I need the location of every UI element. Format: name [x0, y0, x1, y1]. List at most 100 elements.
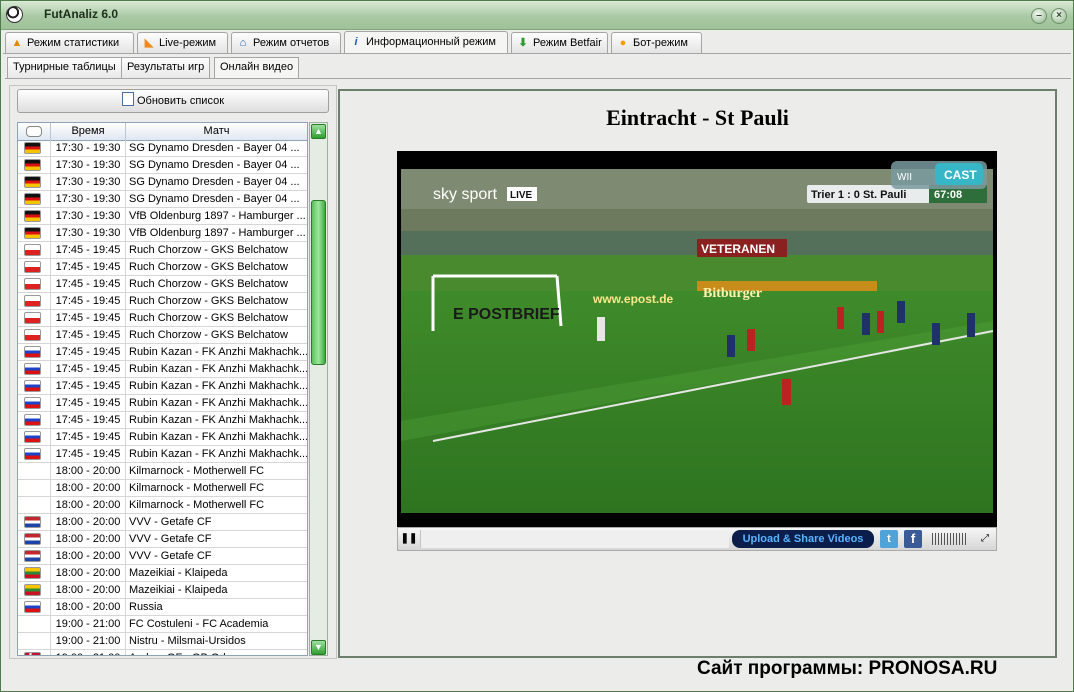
flag-cell [18, 531, 51, 547]
table-row[interactable]: 17:45 - 19:45 Ruch Chorzow - GKS Belchato… [18, 259, 307, 276]
scroll-down-button[interactable]: ▼ [311, 640, 326, 655]
table-row[interactable]: 18:00 - 20:00 Kilmarnock - Motherwell FC [18, 497, 307, 514]
scroll-thumb[interactable] [311, 200, 326, 365]
upload-share-button[interactable]: Upload & Share Videos [732, 530, 874, 548]
table-row[interactable]: 18:00 - 20:00 Mazeikiai - Klaipeda [18, 565, 307, 582]
flag-cell [18, 633, 51, 649]
table-row[interactable]: 19:00 - 21:00 Nistru - Milsmai-Ursidos [18, 633, 307, 650]
tab-live-mode[interactable]: ◣ Live-режим [137, 32, 228, 53]
time-cell: 17:30 - 19:30 [51, 191, 126, 207]
match-column-header[interactable]: Матч [126, 123, 307, 140]
video-frame: Trier 1 : 0 St. Pauli 67:08 sky sport LI… [397, 151, 997, 527]
flag-cell [18, 293, 51, 309]
tab-betfair-mode[interactable]: ⬇ Режим Betfair [511, 32, 608, 53]
table-row[interactable]: 17:45 - 19:45 Ruch Chorzow - GKS Belchato… [18, 276, 307, 293]
table-row[interactable]: 18:00 - 20:00 VVV - Getafe CF [18, 531, 307, 548]
table-row[interactable]: 17:45 - 19:45 Rubin Kazan - FK Anzhi Makh… [18, 395, 307, 412]
tab-bot-mode[interactable]: ● Бот-режим [611, 32, 702, 53]
pause-button[interactable]: ❚❚ [400, 529, 418, 549]
table-row[interactable]: 17:45 - 19:45 Rubin Kazan - FK Anzhi Makh… [18, 378, 307, 395]
app-window: FutAnaliz 6.0 – × ▲ Режим статистики ◣ Liv… [0, 0, 1074, 692]
country-flag-icon [24, 533, 41, 545]
flag-cell [18, 480, 51, 496]
match-list-scrollbar[interactable]: ▲ ▼ [309, 122, 328, 656]
time-cell: 17:30 - 19:30 [51, 157, 126, 173]
volume-icon[interactable] [932, 533, 966, 545]
table-row[interactable]: 17:30 - 19:30 VfB Oldenburg 1897 - Hambur… [18, 208, 307, 225]
table-row[interactable]: 17:30 - 19:30 VfB Oldenburg 1897 - Hambur… [18, 225, 307, 242]
match-cell: Ruch Chorzow - GKS Belchatow [129, 295, 288, 307]
tab-online-video[interactable]: Онлайн видео [214, 57, 300, 78]
match-cell: VfB Oldenburg 1897 - Hamburger ... [129, 210, 306, 222]
table-row[interactable]: 19:00 - 21:00Aarhus GF - OB Odense [18, 650, 307, 655]
table-row[interactable]: 17:45 - 19:45 Rubin Kazan - FK Anzhi Makh… [18, 344, 307, 361]
match-cell: Kilmarnock - Motherwell FC [129, 482, 265, 494]
progress-track[interactable] [420, 530, 729, 548]
time-cell: 17:45 - 19:45 [51, 361, 126, 377]
match-cell: SG Dynamo Dresden - Bayer 04 ... [129, 142, 300, 154]
match-cell: SG Dynamo Dresden - Bayer 04 ... [129, 193, 300, 205]
scroll-up-button[interactable]: ▲ [311, 124, 326, 139]
table-row[interactable]: 18:00 - 20:00 VVV - Getafe CF [18, 514, 307, 531]
tab-game-results[interactable]: Результаты игр [121, 57, 211, 78]
facebook-icon[interactable]: f [904, 530, 922, 548]
country-flag-icon [24, 193, 41, 205]
tab-label: Режим отчетов [253, 37, 330, 49]
tab-tournament-tables[interactable]: Турнирные таблицы [7, 57, 122, 78]
time-cell: 17:45 - 19:45 [51, 429, 126, 445]
flag-cell [18, 497, 51, 513]
country-flag-icon [24, 516, 41, 528]
close-button[interactable]: × [1051, 8, 1067, 24]
table-row[interactable]: 17:45 - 19:45 Rubin Kazan - FK Anzhi Makh… [18, 446, 307, 463]
match-cell: Russia [129, 601, 163, 613]
table-row[interactable]: 17:30 - 19:30 SG Dynamo Dresden - Bayer 0… [18, 140, 307, 157]
match-cell: FC Costuleni - FC Academia [129, 618, 269, 630]
table-row[interactable]: 18:00 - 20:00 Kilmarnock - Motherwell FC [18, 480, 307, 497]
time-column-header[interactable]: Время [51, 123, 126, 140]
table-row[interactable]: 17:30 - 19:30 SG Dynamo Dresden - Bayer 0… [18, 174, 307, 191]
table-row[interactable]: 18:00 - 20:00 Kilmarnock - Motherwell FC [18, 463, 307, 480]
table-row[interactable]: 17:30 - 19:30 SG Dynamo Dresden - Bayer 0… [18, 157, 307, 174]
country-flag-icon [24, 312, 41, 324]
table-row[interactable]: 17:45 - 19:45 Rubin Kazan - FK Anzhi Makh… [18, 361, 307, 378]
table-row[interactable]: 17:45 - 19:45 Rubin Kazan - FK Anzhi Makh… [18, 429, 307, 446]
twitter-icon[interactable]: t [880, 530, 898, 548]
match-cell: VVV - Getafe CF [129, 516, 212, 528]
time-cell: 19:00 - 21:00 [51, 616, 126, 632]
table-row[interactable]: 19:00 - 21:00 FC Costuleni - FC Academia [18, 616, 307, 633]
fullscreen-icon[interactable]: ⤢ [976, 530, 994, 548]
match-cell: Rubin Kazan - FK Anzhi Makhachk... [129, 431, 307, 443]
video-player[interactable]: Trier 1 : 0 St. Pauli 67:08 sky sport LI… [397, 151, 997, 527]
flag-cell [18, 463, 51, 479]
tab-label: Информационный режим [366, 36, 496, 48]
table-row[interactable]: 18:00 - 20:00 VVV - Getafe CF [18, 548, 307, 565]
flag-cell [18, 157, 51, 173]
table-row[interactable]: 17:45 - 19:45 Rubin Kazan - FK Anzhi Makh… [18, 412, 307, 429]
refresh-list-button[interactable]: Обновить список [17, 89, 329, 113]
country-flag-icon [24, 346, 41, 358]
table-row[interactable]: 18:00 - 20:00 Mazeikiai - Klaipeda [18, 582, 307, 599]
table-row[interactable]: 17:45 - 19:45 Ruch Chorzow - GKS Belchato… [18, 293, 307, 310]
info-icon: i [354, 36, 358, 48]
warning-icon: ▲ [11, 37, 23, 49]
match-cell: Aarhus GF - OB Odense [126, 650, 307, 655]
tab-info-mode[interactable]: i Информационный режим [344, 31, 508, 54]
flag-cell [18, 344, 51, 360]
flag-cell [18, 378, 51, 394]
match-clock: 67:08 [934, 189, 962, 201]
table-row[interactable]: 18:00 - 20:00 Russia [18, 599, 307, 616]
tab-statistics-mode[interactable]: ▲ Режим статистики [5, 32, 134, 53]
chat-bubble-icon: ● [619, 37, 627, 49]
time-cell: 17:45 - 19:45 [51, 395, 126, 411]
country-flag-icon [24, 601, 41, 613]
table-row[interactable]: 17:45 - 19:45 Ruch Chorzow - GKS Belchato… [18, 242, 307, 259]
flag-column-header[interactable] [18, 123, 51, 140]
table-row[interactable]: 17:30 - 19:30 SG Dynamo Dresden - Bayer 0… [18, 191, 307, 208]
country-flag-icon [24, 550, 41, 562]
table-row[interactable]: 17:45 - 19:45 Ruch Chorzow - GKS Belchato… [18, 327, 307, 344]
minimize-button[interactable]: – [1031, 8, 1047, 24]
watermark-left: WII [897, 172, 912, 183]
country-flag-icon [24, 397, 41, 409]
table-row[interactable]: 17:45 - 19:45 Ruch Chorzow - GKS Belchato… [18, 310, 307, 327]
tab-reports-mode[interactable]: ⌂ Режим отчетов [231, 32, 341, 53]
